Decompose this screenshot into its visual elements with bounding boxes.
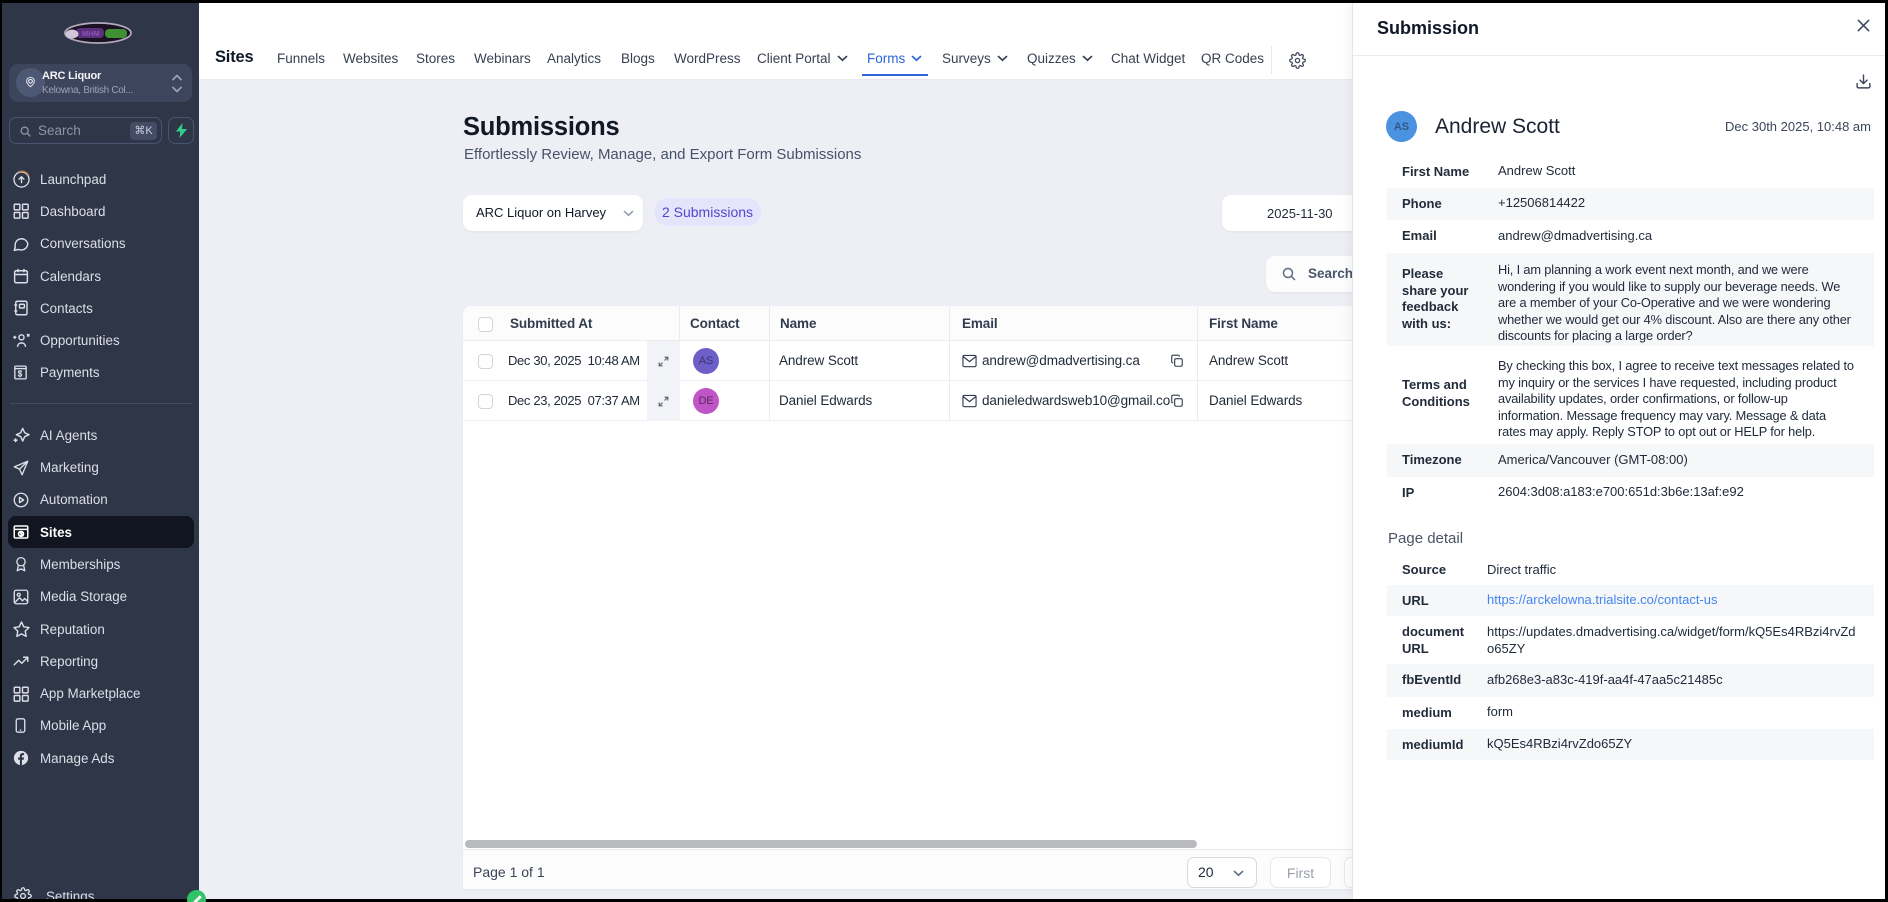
svg-text:MHM: MHM [82,29,100,38]
svg-text:$: $ [20,531,24,538]
svg-text:$: $ [18,370,23,379]
